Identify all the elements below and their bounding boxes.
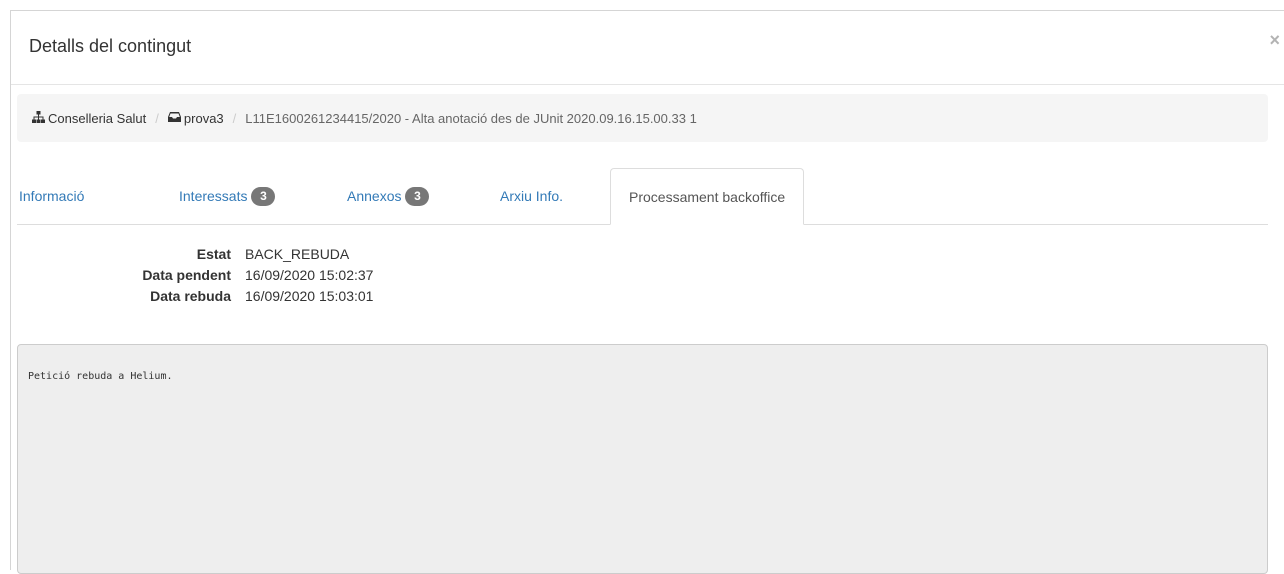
details-row: Data rebuda 16/09/2020 15:03:01: [17, 286, 373, 307]
tab-interessats[interactable]: Interessats 3: [179, 168, 276, 224]
details-table: Estat BACK_REBUDA Data pendent 16/09/202…: [17, 244, 373, 307]
tab-informacio[interactable]: Informació: [19, 168, 84, 224]
tab-label: Informació: [19, 188, 85, 204]
log-text: Petició rebuda a Helium.: [28, 371, 173, 382]
details-value: 16/09/2020 15:02:37: [245, 267, 374, 283]
details-value: BACK_REBUDA: [245, 246, 350, 262]
breadcrumb-separator: /: [232, 110, 237, 126]
details-row: Estat BACK_REBUDA: [17, 244, 373, 265]
breadcrumb: Conselleria Salut / prova3 / L11E1600261…: [17, 94, 1268, 142]
tab-label: Processament backoffice: [629, 188, 786, 205]
details-label: Estat: [196, 246, 231, 262]
details-value: 16/09/2020 15:03:01: [245, 288, 374, 304]
breadcrumb-item-current: L11E1600261234415/2020 - Alta anotació d…: [245, 111, 697, 126]
breadcrumb-item-inbox: prova3: [167, 110, 224, 126]
count-badge: 3: [251, 186, 276, 206]
breadcrumb-separator: /: [155, 110, 159, 126]
count-badge: 3: [405, 186, 430, 206]
inbox-icon: [167, 111, 181, 126]
breadcrumb-label: Conselleria Salut: [48, 110, 147, 126]
breadcrumb-label: prova3: [183, 110, 224, 126]
tab-arxiu-info[interactable]: Arxiu Info.: [500, 168, 563, 224]
tab-label: Interessats: [179, 188, 248, 204]
breadcrumb-item-entity: Conselleria Salut: [32, 110, 147, 126]
tab-label: Annexos: [347, 188, 402, 204]
tab-processament-backoffice[interactable]: Processament backoffice: [610, 168, 805, 225]
modal-header: Detalls del contingut ×: [11, 11, 1284, 85]
details-label: Data rebuda: [150, 288, 231, 304]
breadcrumb-label: L11E1600261234415/2020 - Alta anotació d…: [245, 110, 697, 126]
close-button[interactable]: ×: [1269, 31, 1280, 49]
tab-annexos[interactable]: Annexos 3: [347, 168, 430, 224]
tab-bar: Informació Interessats 3 Annexos 3 Arxiu…: [17, 168, 1268, 225]
details-label: Data pendent: [142, 267, 231, 283]
modal-title: Detalls del contingut: [29, 36, 192, 56]
details-row: Data pendent 16/09/2020 15:02:37: [17, 265, 373, 286]
log-output[interactable]: Petició rebuda a Helium.: [17, 344, 1268, 574]
tab-label: Arxiu Info.: [500, 188, 564, 204]
sitemap-icon: [32, 110, 45, 126]
